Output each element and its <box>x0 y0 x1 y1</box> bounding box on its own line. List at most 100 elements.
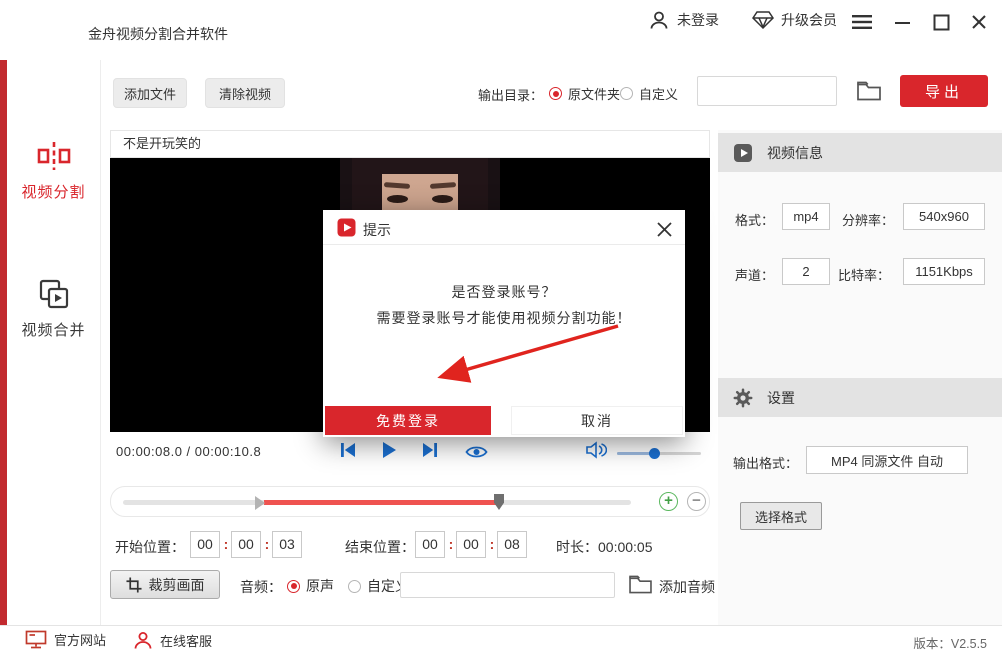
start-minutes-input[interactable]: 00 <box>231 531 261 558</box>
timeline-zoom-out-button[interactable]: − <box>687 492 706 511</box>
format-value: mp4 <box>782 203 830 230</box>
channels-label: 声道： <box>735 265 774 284</box>
support-person-icon <box>133 630 153 650</box>
resolution-label: 分辨率： <box>842 210 894 229</box>
clear-video-button[interactable]: 清除视频 <box>205 78 285 108</box>
volume-slider-fill <box>617 452 653 455</box>
output-format-value: MP4 同源文件 自动 <box>806 446 968 474</box>
app-logo-icon <box>337 218 356 237</box>
timeline-zoom-in-button[interactable]: + <box>659 492 678 511</box>
radio-unselected-icon <box>620 87 633 100</box>
cancel-button[interactable]: 取消 <box>511 406 683 435</box>
online-support-link[interactable]: 在线客服 <box>133 630 212 650</box>
volume-slider-handle[interactable] <box>649 448 660 459</box>
minimize-button[interactable] <box>890 9 916 35</box>
add-audio-button[interactable] <box>628 574 653 594</box>
menu-button[interactable] <box>849 9 875 35</box>
app-title: 金舟视频分割合并软件 <box>88 24 228 44</box>
eye-shape <box>387 195 408 203</box>
sidebar-item-video-merge[interactable]: 视频合并 <box>7 278 100 340</box>
sidebar-item-label: 视频分割 <box>7 181 100 202</box>
login-button[interactable]: 未登录 <box>648 9 719 31</box>
timeline-container: + − <box>110 486 710 517</box>
start-seconds-input[interactable]: 03 <box>272 531 302 558</box>
time-separator: : <box>222 536 230 552</box>
cancel-label: 取消 <box>581 411 613 431</box>
dialog-titlebar: 提示 <box>323 210 685 245</box>
audio-label: 音频： <box>240 577 282 597</box>
free-login-label: 免费登录 <box>376 411 440 431</box>
close-icon <box>971 14 987 30</box>
add-file-button[interactable]: 添加文件 <box>113 78 187 108</box>
skip-back-icon <box>338 441 358 459</box>
audio-path-input[interactable] <box>400 572 615 598</box>
playback-time-display: 00:00:08.0 / 00:00:10.8 <box>116 444 261 459</box>
resolution-value: 540x960 <box>903 203 985 230</box>
skip-forward-icon <box>420 441 440 459</box>
end-minutes-input[interactable]: 00 <box>456 531 486 558</box>
format-label: 格式： <box>735 210 774 229</box>
audio-original-radio[interactable]: 原声 <box>287 576 334 596</box>
dialog-close-button[interactable] <box>653 218 675 240</box>
video-info-header: 视频信息 <box>718 133 1002 172</box>
online-support-label: 在线客服 <box>160 631 212 650</box>
end-position-label: 结束位置： <box>345 537 415 557</box>
timeline-start-handle[interactable] <box>255 496 265 510</box>
output-path-input[interactable] <box>697 76 837 106</box>
settings-header: 设置 <box>718 378 1002 417</box>
preview-toggle-button[interactable] <box>464 444 489 460</box>
eye-shape <box>432 195 453 203</box>
time-separator: : <box>263 536 271 552</box>
play-button[interactable] <box>380 440 398 460</box>
next-frame-button[interactable] <box>420 441 440 459</box>
close-icon <box>656 221 673 238</box>
end-seconds-input[interactable]: 08 <box>497 531 527 558</box>
close-button[interactable] <box>966 9 992 35</box>
timeline-seek-handle[interactable] <box>494 494 504 510</box>
upgrade-member-button[interactable]: 升级会员 <box>752 10 837 30</box>
official-website-link[interactable]: 官方网站 <box>25 630 106 649</box>
output-custom-radio[interactable]: 自定义 <box>620 84 678 103</box>
gear-icon <box>733 388 753 408</box>
folder-icon <box>856 80 882 101</box>
radio-selected-icon <box>549 87 562 100</box>
user-icon <box>648 9 670 31</box>
dialog-message-line1: 是否登录账号？ <box>323 282 685 302</box>
start-hours-input[interactable]: 00 <box>190 531 220 558</box>
crop-screen-button[interactable]: 裁剪画面 <box>110 570 220 599</box>
browse-output-folder-button[interactable] <box>856 80 882 101</box>
duration-label: 时长： <box>556 537 598 557</box>
output-format-label: 输出格式： <box>733 453 798 472</box>
end-hours-input[interactable]: 00 <box>415 531 445 558</box>
login-prompt-dialog: 提示 是否登录账号？ 需要登录账号才能使用视频分割功能！ 免费登录 取消 <box>323 210 685 437</box>
select-format-button[interactable]: 选择格式 <box>740 502 822 530</box>
select-format-label: 选择格式 <box>755 507 807 526</box>
output-custom-label: 自定义 <box>639 84 678 103</box>
channels-value: 2 <box>782 258 830 285</box>
audio-original-label: 原声 <box>306 576 334 596</box>
sidebar-item-video-split[interactable]: 视频分割 <box>7 140 100 202</box>
diamond-icon <box>752 10 774 30</box>
volume-button[interactable] <box>585 441 607 459</box>
dialog-title: 提示 <box>363 220 391 240</box>
timeline-selection[interactable] <box>264 500 498 505</box>
hamburger-icon <box>852 14 872 30</box>
video-title-bar: 不是开玩笑的 <box>110 130 710 158</box>
radio-selected-icon <box>287 580 300 593</box>
previous-frame-button[interactable] <box>338 441 358 459</box>
export-button[interactable]: 导出 <box>900 75 988 107</box>
sidebar-accent-strip <box>0 45 7 625</box>
maximize-button[interactable] <box>928 9 954 35</box>
sidebar-item-label: 视频合并 <box>7 319 100 340</box>
sidebar: 视频分割 视频合并 <box>7 45 101 625</box>
output-original-radio[interactable]: 原文件夹 <box>549 84 620 103</box>
free-login-button[interactable]: 免费登录 <box>325 406 491 435</box>
video-merge-icon <box>7 278 100 310</box>
statusbar: 官方网站 在线客服 版本：V2.5.5 <box>0 625 1002 652</box>
add-audio-label[interactable]: 添加音频 <box>659 577 715 597</box>
maximize-icon <box>933 14 950 31</box>
titlebar: 金舟视频分割合并软件 未登录 升级会员 <box>0 0 1002 60</box>
official-website-label: 官方网站 <box>54 630 106 649</box>
bitrate-label: 比特率： <box>838 265 890 284</box>
video-split-icon <box>7 140 100 172</box>
